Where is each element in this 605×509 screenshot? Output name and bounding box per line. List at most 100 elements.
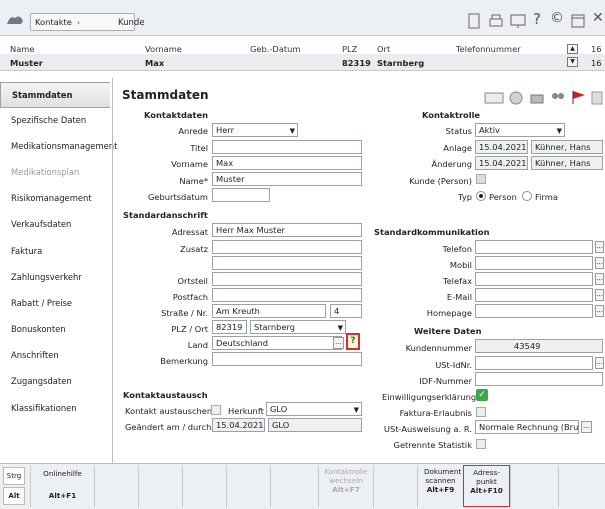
telefon-more-button[interactable]: … [595,241,604,253]
onlinehilfe-button[interactable]: Onlinehilfe Alt+F1 [30,465,94,507]
ust-idnr-input[interactable] [475,356,593,370]
zusatz2-input[interactable] [212,256,362,270]
fkey-empty-8[interactable] [558,465,605,507]
scroll-up-icon[interactable]: ▲ [567,44,578,54]
telefax-more-button[interactable]: … [595,273,604,285]
typ-person-radio[interactable] [476,191,486,201]
sidebar-item-rabatt-preise[interactable]: Rabatt / Preise [0,290,110,316]
idf-nummer-input[interactable] [475,372,603,386]
sidebar-item-medikationsmanagement[interactable]: Medikationsmanagement [0,133,117,159]
more-button[interactable]: … [333,337,344,349]
table-row[interactable] [0,54,605,71]
sidebar-item-spezifische-daten[interactable]: Spezifische Daten [0,107,110,133]
row-vorname: Max [145,58,165,68]
document-icon[interactable] [465,12,483,30]
zusatz-input[interactable] [212,240,362,254]
geburtsdatum-input[interactable] [212,188,270,202]
monitor-icon[interactable] [509,12,527,30]
sidebar-item-faktura[interactable]: Faktura [0,238,110,264]
kunde-person-checkbox [476,174,486,184]
land-input[interactable]: Deutschland [212,336,342,350]
label-einwilligung: Einwilligungserklärung [382,392,477,402]
ust-more-button[interactable]: … [595,357,604,369]
breadcrumb-root[interactable]: Kontakte [35,17,72,27]
email-more-button[interactable]: … [595,289,604,301]
check-icon[interactable]: ✓ [476,389,488,401]
sidebar-item-bonuskonten[interactable]: Bonuskonten [0,316,110,342]
sidebar-item-klassifikationen[interactable]: Klassifikationen [0,395,110,421]
label-telefon: Telefon [442,244,472,254]
copyright-icon[interactable]: © [550,10,568,28]
email-input[interactable] [475,288,593,302]
adressat-input[interactable]: Herr Max Muster [212,223,362,237]
status-select[interactable]: Aktiv ▼ [475,123,565,137]
bemerkung-input[interactable] [212,352,362,366]
ort-select[interactable]: Starnberg ▼ [250,320,346,334]
hausnummer-input[interactable]: 4 [330,304,362,318]
faktura-erlaubnis-checkbox[interactable] [476,407,486,417]
mobil-more-button[interactable]: … [595,257,604,269]
fkey-empty-2[interactable] [138,465,182,507]
window-icon[interactable] [569,12,587,30]
fkey-empty-3[interactable] [182,465,226,507]
fkey-empty-4[interactable] [226,465,270,507]
sidebar-item-risikomanagement[interactable]: Risikomanagement [0,185,110,211]
label-ortsteil: Ortsteil [177,276,209,286]
flag-icon[interactable] [570,89,588,105]
fkey-empty-1[interactable] [94,465,138,507]
sidebar-item-verkaufsdaten[interactable]: Verkaufsdaten [0,211,110,237]
chevron-down-icon: ▼ [337,324,343,332]
fkey-empty-5[interactable] [270,465,318,507]
notes-icon[interactable] [591,91,603,105]
herkunft-select[interactable]: GLO ▼ [266,402,362,416]
telefax-input[interactable] [475,272,593,286]
col-name[interactable]: Name [10,44,34,54]
globe-icon[interactable] [507,91,525,105]
ust-ausweisung-select[interactable]: Normale Rechnung (Brutt [475,420,579,434]
label-herkunft: Herkunft [228,406,264,416]
plz-input[interactable]: 82319 [212,320,247,334]
fkey-empty-6[interactable] [373,465,417,507]
col-telefon[interactable]: Telefonnummer [456,44,521,54]
mobil-input[interactable] [475,256,593,270]
contacts-icon[interactable] [6,13,24,27]
getrennte-statistik-checkbox[interactable] [476,439,486,449]
anlage-date: 15.04.2021 [475,140,528,154]
strg-key[interactable]: Strg [3,467,25,485]
help-icon[interactable]: ? [533,10,551,28]
homepage-more-button[interactable]: … [595,305,604,317]
label-geaendert: Geändert am / durch [125,422,212,432]
card-icon[interactable] [484,91,504,105]
scroll-down-icon[interactable]: ▼ [567,57,578,67]
ust-ausweisung-more-button[interactable]: … [581,421,592,433]
vorname-input[interactable]: Max [212,156,362,170]
address-check-icon[interactable]: ? [346,333,360,350]
strasse-input[interactable]: Am Kreuth [212,304,326,318]
col-ort[interactable]: Ort [377,44,390,54]
sidebar-item-stammdaten[interactable]: Stammdaten [0,82,110,108]
adresspunkt-button[interactable]: Adress-punkt Alt+F10 [463,465,510,507]
typ-firma-radio[interactable] [522,191,532,201]
col-plz[interactable]: PLZ [342,44,357,54]
close-icon[interactable]: ✕ [592,10,605,28]
postfach-input[interactable] [212,288,362,302]
fkey-empty-7[interactable] [510,465,558,507]
phone-icon[interactable] [528,91,546,105]
print-icon[interactable] [487,12,505,30]
people-icon[interactable] [549,91,567,105]
homepage-input[interactable] [475,304,593,318]
kontakt-austauschen-checkbox[interactable] [211,405,221,415]
name-input[interactable]: Muster [212,172,362,186]
col-vorname[interactable]: Vorname [145,44,182,54]
titel-input[interactable] [212,140,362,154]
ortsteil-input[interactable] [212,272,362,286]
sidebar-item-zahlungsverkehr[interactable]: Zahlungsverkehr [0,264,110,290]
col-gebdatum[interactable]: Geb.-Datum [250,44,301,54]
alt-key[interactable]: Alt [3,487,25,505]
telefon-input[interactable] [475,240,593,254]
sidebar-item-zugangsdaten[interactable]: Zugangsdaten [0,368,110,394]
dokument-scannen-button[interactable]: Dokument scannen Alt+F9 [417,465,463,507]
sidebar-item-anschriften[interactable]: Anschriften [0,342,110,368]
label-zusatz: Zusatz [180,244,208,254]
anrede-select[interactable]: Herr ▼ [212,123,298,137]
